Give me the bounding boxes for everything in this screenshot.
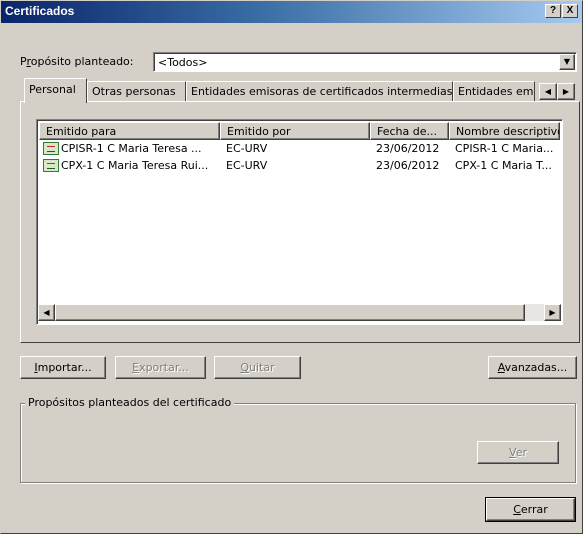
horizontal-scrollbar[interactable]: ◀ ▶ xyxy=(38,304,561,321)
table-row[interactable]: CPISR-1 C Maria Teresa ... EC-URV 23/06/… xyxy=(39,141,560,158)
remove-button[interactable]: Quitar xyxy=(214,356,301,379)
certificates-list[interactable]: Emitido para Emitido por Fecha de... Nom… xyxy=(36,119,563,325)
import-button[interactable]: Importar... xyxy=(20,356,106,379)
chevron-down-icon[interactable]: ▼ xyxy=(559,54,575,70)
tab-scroll-left-icon[interactable]: ◀ xyxy=(539,83,557,100)
advanced-label: vanzadas... xyxy=(504,361,568,374)
tab-personal[interactable]: Personal xyxy=(24,78,87,103)
table-cell: EC-URV xyxy=(226,159,268,172)
remove-accel: Q xyxy=(240,361,250,374)
tab-otras-personas[interactable]: Otras personas xyxy=(87,81,186,101)
scroll-thumb[interactable] xyxy=(55,304,525,321)
tab-entidades-emisoras[interactable]: Entidades emi xyxy=(453,81,535,101)
purpose-label-rest: opósito planteado: xyxy=(30,55,134,68)
view-accel: V xyxy=(509,446,516,459)
column-header-emitido-por[interactable]: Emitido por xyxy=(220,122,370,140)
table-cell: CPX-1 C Maria T... xyxy=(455,159,552,172)
close-accel: C xyxy=(513,503,521,516)
certificate-icon xyxy=(43,142,59,155)
purpose-dropdown[interactable]: <Todos> ▼ xyxy=(153,52,577,72)
column-header-emitido-para[interactable]: Emitido para xyxy=(39,122,220,140)
tab-entidades-intermedias[interactable]: Entidades emisoras de certificados inter… xyxy=(186,81,453,101)
advanced-accel: A xyxy=(497,361,505,374)
close-button[interactable]: X xyxy=(562,4,578,18)
purpose-dropdown-value: <Todos> xyxy=(158,56,208,69)
certificate-icon xyxy=(43,159,59,172)
close-dialog-button[interactable]: Cerrar xyxy=(485,497,576,522)
tab-entidades-intermedias-label: Entidades emisoras de certificados inter… xyxy=(191,85,453,98)
export-button[interactable]: Exportar... xyxy=(115,356,206,379)
help-button[interactable]: ? xyxy=(545,4,561,18)
table-cell: EC-URV xyxy=(226,142,268,155)
close-label: errar xyxy=(520,503,548,516)
tab-otras-personas-label: Otras personas xyxy=(92,85,176,98)
export-label: xportar... xyxy=(139,361,189,374)
view-button[interactable]: Ver xyxy=(477,441,559,464)
column-header-nombre[interactable]: Nombre descriptivo xyxy=(449,122,560,140)
purpose-label: Propósito planteado: xyxy=(20,55,134,68)
view-label: er xyxy=(515,446,527,459)
tab-scroll-right-icon[interactable]: ▶ xyxy=(557,83,575,100)
certificates-dialog: Certificados ? X Propósito planteado: <T… xyxy=(0,0,583,534)
remove-label: uitar xyxy=(249,361,275,374)
advanced-button[interactable]: Avanzadas... xyxy=(488,356,577,379)
table-cell: CPX-1 C Maria Teresa Rui... xyxy=(61,159,209,172)
certificate-purposes-label: Propósitos planteados del certificado xyxy=(25,396,235,409)
import-label: mportar... xyxy=(37,361,92,374)
tab-personal-label: Personal xyxy=(29,83,76,96)
column-header-fecha[interactable]: Fecha de... xyxy=(370,122,449,140)
table-row[interactable]: CPX-1 C Maria Teresa Rui... EC-URV 23/06… xyxy=(39,158,560,175)
title-bar[interactable]: Certificados ? X xyxy=(1,1,582,23)
table-cell: CPISR-1 C Maria Teresa ... xyxy=(61,142,202,155)
tab-entidades-emisoras-label: Entidades emi xyxy=(458,85,535,98)
table-cell: 23/06/2012 xyxy=(376,142,440,155)
scroll-right-icon[interactable]: ▶ xyxy=(544,304,561,321)
window-title: Certificados xyxy=(5,4,75,18)
table-cell: 23/06/2012 xyxy=(376,159,440,172)
scroll-left-icon[interactable]: ◀ xyxy=(38,304,55,321)
table-cell: CPISR-1 C Maria... xyxy=(455,142,554,155)
